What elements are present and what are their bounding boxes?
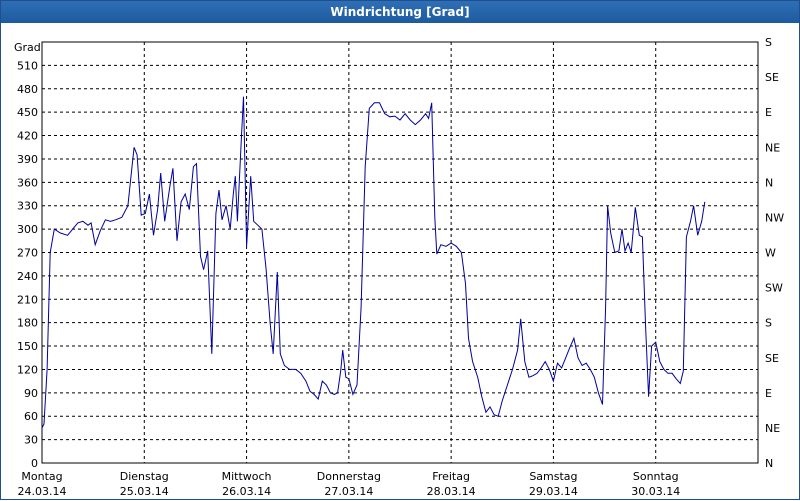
x-tick-day: Mittwoch bbox=[222, 470, 272, 483]
compass-tick-label: W bbox=[765, 247, 776, 260]
y-tick-label: 30 bbox=[24, 434, 38, 447]
x-tick-date: 24.03.14 bbox=[18, 485, 67, 498]
compass-tick-label: SE bbox=[765, 352, 779, 365]
compass-tick-label: E bbox=[765, 387, 772, 400]
x-tick-day: Donnerstag bbox=[317, 470, 381, 483]
y-tick-label: 0 bbox=[31, 457, 38, 470]
compass-tick-label: N bbox=[765, 176, 773, 189]
y-tick-label: 60 bbox=[24, 410, 38, 423]
x-tick-date: 28.03.14 bbox=[427, 485, 476, 498]
compass-tick-label: NE bbox=[765, 141, 780, 154]
right-axis: N NE E SE S SW W NW N NE E SE S bbox=[765, 36, 784, 470]
compass-tick-label: E bbox=[765, 106, 772, 119]
left-axis: 0 30 60 90 120 150 180 210 240 270 300 330 360 390 420… bbox=[17, 59, 38, 470]
y-tick-label: 330 bbox=[17, 200, 38, 213]
x-tick-date: 27.03.14 bbox=[324, 485, 373, 498]
series-line bbox=[41, 96, 706, 429]
x-tick-day: Freitag bbox=[432, 470, 470, 483]
y-tick-label: 450 bbox=[17, 106, 38, 119]
compass-tick-label: N bbox=[765, 457, 773, 470]
y-axis-unit-label: Grad bbox=[14, 41, 41, 54]
chart-window: Windrichtung [Grad] 0 30 60 90 120 150 180 210 2… bbox=[0, 0, 800, 500]
y-tick-label: 480 bbox=[17, 83, 38, 96]
grid-lines bbox=[42, 42, 758, 463]
y-tick-label: 420 bbox=[17, 130, 38, 143]
x-tick-date: 25.03.14 bbox=[120, 485, 169, 498]
compass-tick-label: SE bbox=[765, 71, 779, 84]
y-tick-label: 150 bbox=[17, 340, 38, 353]
x-tick-date: 29.03.14 bbox=[529, 485, 578, 498]
x-tick-date: 30.03.14 bbox=[631, 485, 680, 498]
compass-tick-label: S bbox=[765, 36, 772, 49]
x-tick-date: 26.03.14 bbox=[222, 485, 271, 498]
y-tick-label: 360 bbox=[17, 176, 38, 189]
x-tick-day: Samstag bbox=[529, 470, 577, 483]
y-tick-label: 180 bbox=[17, 317, 38, 330]
y-tick-label: 90 bbox=[24, 387, 38, 400]
wind-direction-chart: 0 30 60 90 120 150 180 210 240 270 300 330 360 390 420… bbox=[14, 36, 784, 498]
y-tick-label: 390 bbox=[17, 153, 38, 166]
compass-tick-label: S bbox=[765, 317, 772, 330]
y-tick-label: 120 bbox=[17, 363, 38, 376]
x-tick-day: Sonntag bbox=[633, 470, 679, 483]
x-tick-day: Dienstag bbox=[120, 470, 169, 483]
compass-tick-label: NW bbox=[765, 211, 784, 224]
y-tick-label: 240 bbox=[17, 270, 38, 283]
y-tick-label: 270 bbox=[17, 247, 38, 260]
y-tick-label: 210 bbox=[17, 293, 38, 306]
y-tick-label: 510 bbox=[17, 59, 38, 72]
y-tick-label: 300 bbox=[17, 223, 38, 236]
compass-tick-label: NE bbox=[765, 422, 780, 435]
compass-tick-label: SW bbox=[765, 282, 783, 295]
x-axis: Montag 24.03.14 Dienstag 25.03.14 Mittwoch 26… bbox=[18, 470, 681, 498]
x-tick-day: Montag bbox=[21, 470, 62, 483]
